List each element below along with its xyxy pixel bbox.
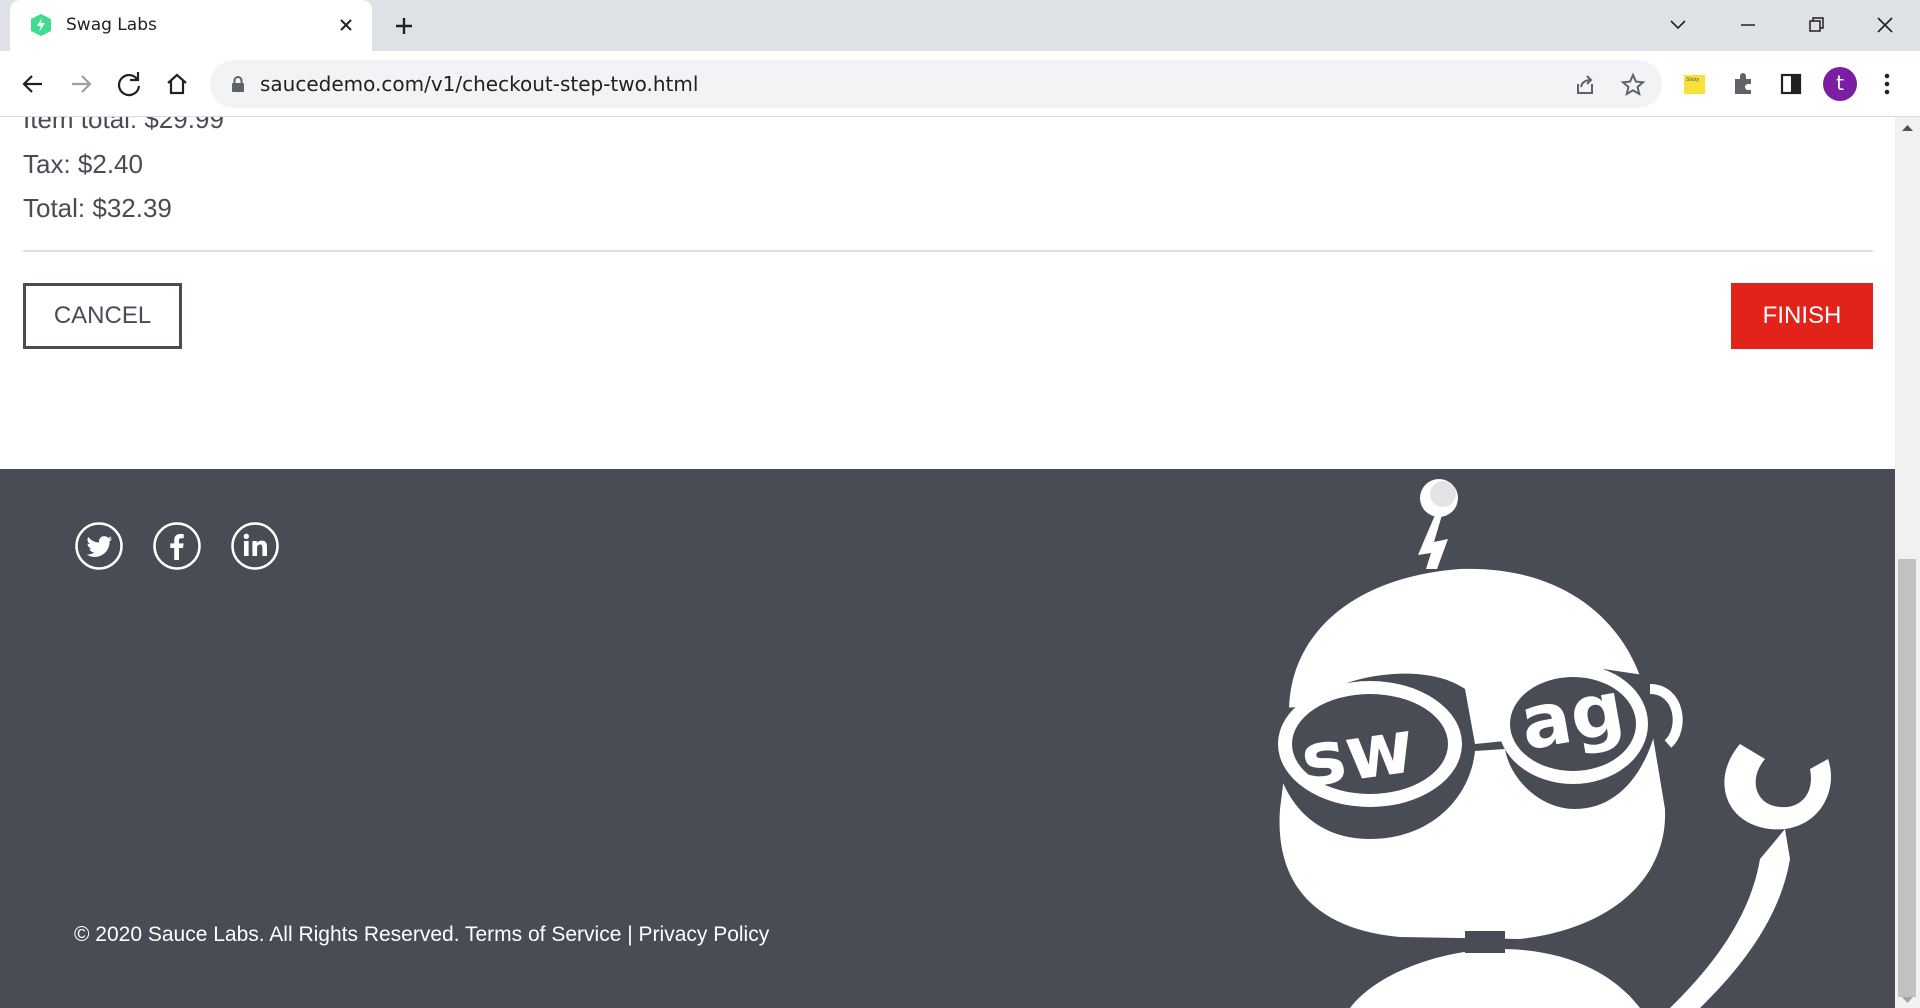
extensions-puzzle-icon[interactable] [1726,67,1760,101]
sticky-label: Sticky [1684,75,1705,94]
lock-icon[interactable] [228,74,248,94]
close-tab-icon[interactable] [335,14,357,36]
close-window-icon[interactable] [1870,10,1900,40]
scroll-down-arrow-icon[interactable] [1901,995,1914,1005]
privacy-policy-link[interactable]: Privacy Policy [639,923,770,946]
kebab-menu-icon[interactable] [1870,67,1904,101]
twitter-icon[interactable] [74,521,124,571]
scroll-thumb[interactable] [1898,559,1916,997]
new-tab-icon[interactable] [390,12,418,40]
total-label: Total: $32.39 [23,193,172,223]
page-scrollbar[interactable] [1895,117,1920,1008]
cancel-button[interactable]: CANCEL [23,283,182,349]
checkout-overview-page: Item total: $29.99 Tax: $2.40 Total: $32… [0,117,1895,1008]
footer-separator: | [627,923,633,946]
home-icon[interactable] [160,67,194,101]
tab-title: Swag Labs [66,15,157,35]
reload-icon[interactable] [112,67,146,101]
linkedin-icon[interactable] [230,521,280,571]
tab-strip: Swag Labs [0,0,1920,51]
browser-toolbar: saucedemo.com/v1/checkout-step-two.html … [0,51,1920,117]
minimize-icon[interactable] [1733,10,1763,40]
copyright-text: © 2020 Sauce Labs. All Rights Reserved. [74,923,460,946]
summary-divider [23,250,1873,252]
share-icon[interactable] [1572,72,1598,98]
tax-label: Tax: $2.40 [23,149,143,179]
forward-arrow-icon[interactable] [64,67,98,101]
swag-bot-mascot-illustration: sw ag [1260,479,1831,1008]
side-panel-icon[interactable] [1774,67,1808,101]
svg-text:sw: sw [1296,703,1419,804]
browser-tab[interactable]: Swag Labs [10,0,372,51]
chevron-down-icon[interactable] [1663,10,1693,40]
address-bar[interactable]: saucedemo.com/v1/checkout-step-two.html [210,60,1662,108]
sticky-notes-extension-icon[interactable]: Sticky [1677,67,1711,101]
facebook-icon[interactable] [152,521,202,571]
scroll-up-arrow-icon[interactable] [1901,123,1914,133]
bookmark-star-icon[interactable] [1620,72,1646,98]
item-total-label: Item total: $29.99 [23,117,224,134]
finish-button[interactable]: FINISH [1731,283,1873,349]
svg-text:ag: ag [1514,665,1630,768]
page-footer: © 2020 Sauce Labs. All Rights Reserved. … [0,469,1895,1008]
swag-labs-favicon-icon [31,14,51,36]
profile-avatar[interactable]: t [1823,67,1857,101]
terms-of-service-link[interactable]: Terms of Service [465,923,621,946]
url-text[interactable]: saucedemo.com/v1/checkout-step-two.html [260,72,698,96]
back-arrow-icon[interactable] [16,67,50,101]
footer-copyright: © 2020 Sauce Labs. All Rights Reserved. … [74,923,769,947]
restore-icon[interactable] [1801,10,1831,40]
